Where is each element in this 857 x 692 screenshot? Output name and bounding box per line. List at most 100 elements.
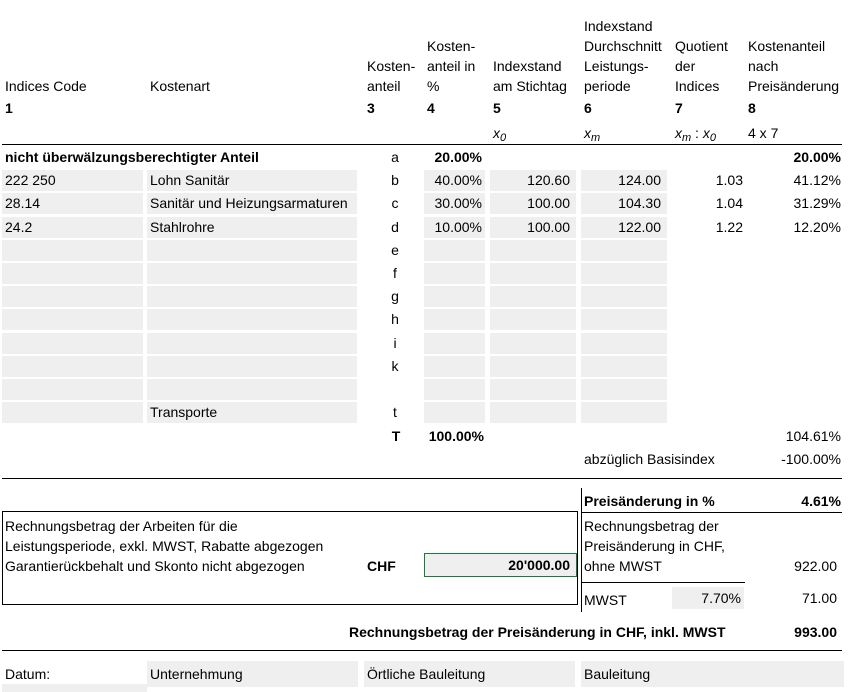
- preis-chf-text: Rechnungsbetrag der Preisänderung in CHF…: [584, 518, 725, 574]
- row-10-code[interactable]: [2, 355, 143, 377]
- row-4-x0[interactable]: 100.00: [490, 216, 576, 238]
- row-3-pct[interactable]: 30.00%: [424, 193, 485, 215]
- row-9-xm[interactable]: [581, 332, 667, 354]
- row-12-code[interactable]: [2, 402, 143, 424]
- row-3-x0[interactable]: 100.00: [490, 193, 576, 215]
- row-11-art[interactable]: [147, 379, 357, 400]
- preis-chf-underline: [581, 582, 745, 583]
- basisindex-value: -100.00%: [781, 451, 841, 467]
- row-4-pct[interactable]: 10.00%: [424, 216, 485, 238]
- row-9-code[interactable]: [2, 332, 143, 354]
- row-9-x0[interactable]: [490, 332, 576, 354]
- header-divider: [2, 144, 842, 145]
- row-12-xm[interactable]: [581, 402, 667, 424]
- row-8-code[interactable]: [2, 309, 143, 331]
- row-2-x0[interactable]: 120.60: [490, 170, 576, 192]
- row-8-art[interactable]: [147, 309, 357, 331]
- mwst-value: 71.00: [801, 590, 837, 606]
- row-1-q: [672, 147, 744, 168]
- total-letter: T: [391, 428, 401, 444]
- row-11-x0[interactable]: [490, 379, 576, 400]
- header-indexstand-durchschnitt: Indexstand Durchschnitt Leistungs- perio…: [584, 18, 662, 94]
- row-7-code[interactable]: [2, 286, 143, 308]
- row-12-art[interactable]: Transporte: [147, 402, 357, 424]
- row-12-pct[interactable]: [424, 402, 485, 424]
- header-quotient: Quotient der Indices: [675, 38, 728, 94]
- footer-unternehmung[interactable]: Unternehmung: [147, 661, 358, 687]
- row-2-art[interactable]: Lohn Sanitär: [147, 170, 357, 192]
- row-5-x0[interactable]: [490, 239, 576, 261]
- col-num-7: 7: [675, 100, 683, 116]
- row-6-x0[interactable]: [490, 263, 576, 284]
- row-2-letter: b: [391, 172, 399, 189]
- row-5-k: [746, 240, 841, 261]
- row-12-k: [746, 402, 841, 423]
- row-5-art[interactable]: [147, 239, 357, 261]
- row-3-code[interactable]: 28.14: [2, 193, 143, 215]
- row-4-letter: d: [391, 218, 399, 235]
- row-3-xm[interactable]: 104.30: [581, 193, 667, 215]
- footer-datum: Datum:: [5, 666, 51, 682]
- row-5-letter: e: [391, 241, 399, 258]
- row-5-code[interactable]: [2, 239, 143, 261]
- row-5-q: [672, 240, 744, 261]
- rechnungsbetrag-amount-input[interactable]: 20'000.00: [424, 553, 577, 577]
- row-7-x0[interactable]: [490, 286, 576, 308]
- row-10-pct[interactable]: [424, 355, 485, 377]
- row-6-art[interactable]: [147, 263, 357, 284]
- row-6-code[interactable]: [2, 263, 143, 284]
- row-9-art[interactable]: [147, 332, 357, 354]
- row-7-pct[interactable]: [424, 286, 485, 308]
- row-7-xm[interactable]: [581, 286, 667, 308]
- col-num-4: 4: [427, 100, 435, 116]
- col-num-6: 6: [584, 100, 592, 116]
- row-1-k: 20.00%: [793, 149, 841, 165]
- row-2-q: 1.03: [715, 172, 743, 189]
- row-5-pct[interactable]: [424, 239, 485, 261]
- footer-bauleitung[interactable]: Bauleitung: [581, 661, 844, 687]
- row-3-art[interactable]: Sanitär und Heizungsarmaturen: [147, 193, 357, 215]
- header-kostenanteil-pct: Kosten- anteil in %: [427, 38, 476, 94]
- row-11-code[interactable]: [2, 379, 143, 400]
- row-6-xm[interactable]: [581, 263, 667, 284]
- row-8-pct[interactable]: [424, 309, 485, 331]
- row-6-letter: f: [393, 265, 397, 281]
- row-12-x0[interactable]: [490, 402, 576, 424]
- rechnungsbetrag-text: Rechnungsbetrag der Arbeiten für die Lei…: [5, 518, 324, 574]
- row-8-q: [672, 309, 744, 330]
- preis-box-left: [581, 488, 582, 612]
- row-6-pct[interactable]: [424, 263, 485, 284]
- row-11-pct[interactable]: [424, 379, 485, 400]
- row-8-x0[interactable]: [490, 309, 576, 331]
- row-1-pct: 20.00%: [434, 149, 482, 165]
- row-8-xm[interactable]: [581, 309, 667, 331]
- preis-chf-value: 922.00: [794, 558, 837, 574]
- row-10-art[interactable]: [147, 355, 357, 377]
- row-11-xm[interactable]: [581, 379, 667, 400]
- row-2-xm[interactable]: 124.00: [581, 170, 667, 192]
- header-indices-code: Indices Code: [5, 78, 87, 94]
- row-8-letter: h: [391, 311, 399, 328]
- row-1-xm: [581, 147, 667, 168]
- row-3-letter: c: [391, 195, 399, 212]
- row-4-code[interactable]: 24.2: [2, 216, 143, 238]
- row-3-k: 31.29%: [793, 195, 841, 212]
- row-9-letter: i: [393, 334, 397, 351]
- row-2-code[interactable]: 222 250: [2, 170, 143, 192]
- row-7-art[interactable]: [147, 286, 357, 308]
- row-4-xm[interactable]: 122.00: [581, 216, 667, 238]
- rechnungsbetrag-inkl-value: 993.00: [794, 624, 837, 640]
- row-5-xm[interactable]: [581, 239, 667, 261]
- row-10-xm[interactable]: [581, 355, 667, 377]
- row-9-pct[interactable]: [424, 332, 485, 354]
- col-num-3: 3: [367, 100, 375, 116]
- row-2-pct[interactable]: 40.00%: [424, 170, 485, 192]
- row-10-x0[interactable]: [490, 355, 576, 377]
- section-divider: [2, 478, 842, 479]
- mwst-rate-input[interactable]: 7.70%: [672, 587, 744, 609]
- footer-oertliche-bauleitung[interactable]: Örtliche Bauleitung: [364, 661, 575, 687]
- row-10-letter: k: [391, 357, 399, 374]
- rechnungsbetrag-inkl-label: Rechnungsbetrag der Preisänderung in CHF…: [349, 624, 726, 640]
- header-kostenanteil: Kosten- anteil: [367, 58, 416, 94]
- row-4-art[interactable]: Stahlrohre: [147, 216, 357, 238]
